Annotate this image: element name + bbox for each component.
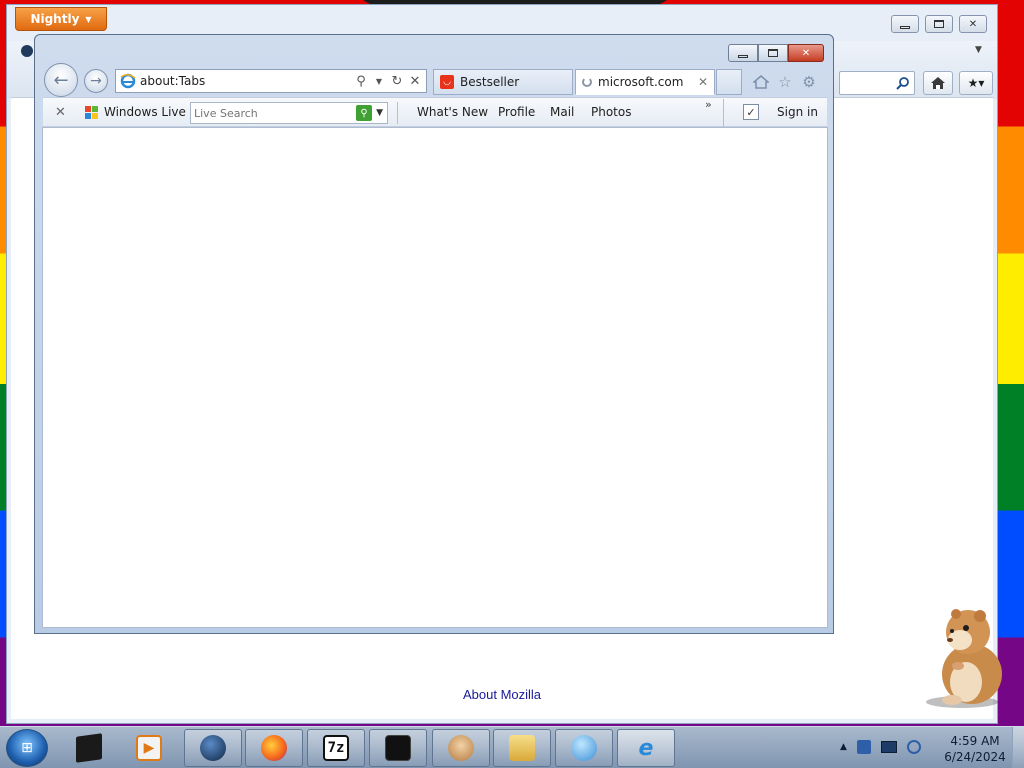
- more-links-chevron[interactable]: »: [705, 98, 712, 111]
- bestseller-favicon: ◡: [440, 75, 454, 89]
- firefox-minimize-button[interactable]: [891, 15, 919, 33]
- live-search-box[interactable]: ⚲ ▼: [190, 102, 388, 124]
- clock-time: 4:59 AM: [950, 734, 1000, 748]
- ie-page-icon: [120, 73, 136, 89]
- ie-maximize-button[interactable]: [758, 44, 788, 62]
- toolbar-divider: [397, 102, 398, 124]
- stop-icon[interactable]: ✕: [408, 74, 422, 89]
- favorites-star-icon[interactable]: ☆: [776, 73, 794, 91]
- tab-list-chevron-icon[interactable]: ▼: [975, 45, 982, 55]
- tray-expand-chevron-icon[interactable]: ▲: [840, 742, 847, 752]
- ie-close-button[interactable]: ✕: [788, 44, 824, 62]
- taskbar-app-shell[interactable]: [555, 729, 613, 767]
- home-icon: [931, 77, 945, 89]
- taskbar-app-internet-explorer[interactable]: e: [617, 729, 675, 767]
- firefox-maximize-button[interactable]: [925, 15, 953, 33]
- minimize-icon: [900, 25, 910, 29]
- start-button[interactable]: ⊞: [6, 729, 48, 767]
- maximize-icon: [934, 20, 944, 28]
- live-search-input[interactable]: [191, 106, 357, 120]
- search-icon: [896, 77, 909, 90]
- windows-live-toolbar: ✕ Windows Live ⚲ ▼ What's New Profile Ma…: [43, 97, 827, 127]
- file-explorer-icon: [509, 735, 535, 761]
- photos-link[interactable]: Photos: [591, 105, 631, 119]
- minimize-icon: [738, 54, 748, 58]
- back-button[interactable]: ←: [44, 63, 78, 97]
- search-go-icon[interactable]: ⚲: [356, 105, 373, 121]
- internet-explorer-window: ✕ ← → about:Tabs ⚲ ▼ ↻ ✕ ◡ Bestseller mi…: [34, 34, 834, 634]
- address-text[interactable]: about:Tabs: [140, 74, 350, 88]
- loading-spinner-icon: [582, 77, 592, 87]
- black-box-app-icon: [76, 733, 102, 763]
- taskbar-app-7zip[interactable]: 7z: [307, 729, 365, 767]
- media-player-icon: ▶: [136, 735, 162, 761]
- whats-new-link[interactable]: What's New: [417, 105, 488, 119]
- bookmark-star-icon: ★▾: [967, 76, 985, 90]
- close-icon: ✕: [801, 47, 811, 59]
- show-desktop-button[interactable]: [1012, 727, 1024, 768]
- tab-label: Bestseller: [460, 75, 520, 89]
- new-tab-button[interactable]: [716, 69, 742, 95]
- firefox-search-field[interactable]: [839, 71, 915, 95]
- ie-minimize-button[interactable]: [728, 44, 758, 62]
- firefox-icon: [261, 735, 287, 761]
- close-toolbar-icon[interactable]: ✕: [55, 105, 66, 120]
- tab-bestseller[interactable]: ◡ Bestseller: [433, 69, 573, 95]
- taskbar-app-hamster[interactable]: [432, 729, 490, 767]
- 7zip-icon: 7z: [323, 735, 349, 761]
- hamster-mascot-icon: [926, 609, 1002, 708]
- shell-app-icon: [571, 735, 597, 761]
- address-bar[interactable]: about:Tabs ⚲ ▼ ↻ ✕: [115, 69, 427, 93]
- taskbar-app-black-box[interactable]: [60, 729, 118, 767]
- taskbar-app-media-player[interactable]: ▶: [120, 729, 178, 767]
- search-icon[interactable]: ⚲: [354, 74, 368, 89]
- windows-logo-icon: ⊞: [21, 740, 33, 756]
- firefox-tab-favicon: [21, 45, 33, 57]
- tray-security-icon[interactable]: [856, 740, 871, 754]
- tray-network-icon[interactable]: [906, 740, 921, 754]
- clock-date: 6/24/2024: [944, 750, 1006, 764]
- tab-close-icon[interactable]: ✕: [698, 75, 708, 89]
- taskbar-app-globe[interactable]: [184, 729, 242, 767]
- forward-button[interactable]: →: [84, 69, 108, 93]
- toolbar-divider: [723, 99, 724, 127]
- tab-microsoft[interactable]: microsoft.com ✕: [575, 69, 715, 95]
- terminal-icon: [385, 735, 411, 761]
- chevron-down-icon[interactable]: ▼: [376, 108, 383, 118]
- system-tray: ▲: [840, 735, 921, 759]
- mail-link[interactable]: Mail: [550, 105, 574, 119]
- refresh-icon[interactable]: ↻: [390, 74, 404, 89]
- close-icon: ✕: [968, 18, 978, 30]
- ie-page-content[interactable]: [42, 127, 828, 628]
- globe-app-icon: [200, 735, 226, 761]
- taskbar-app-firefox[interactable]: [245, 729, 303, 767]
- windows-live-label[interactable]: Windows Live: [104, 105, 186, 119]
- firefox-close-button[interactable]: ✕: [959, 15, 987, 33]
- hamster-icon: [448, 735, 474, 761]
- taskbar-app-file-explorer[interactable]: [493, 729, 551, 767]
- forward-arrow-icon: →: [90, 73, 102, 89]
- taskbar: ⊞ ▶ 7z e ▲ 4:59 AM 6/24/2024: [0, 726, 1024, 768]
- windows-logo-icon: [85, 106, 99, 120]
- clock[interactable]: 4:59 AM 6/24/2024: [940, 733, 1010, 765]
- tray-display-icon[interactable]: [880, 741, 897, 753]
- back-arrow-icon: ←: [53, 69, 69, 91]
- maximize-icon: [768, 49, 778, 57]
- profile-link[interactable]: Profile: [498, 105, 535, 119]
- chevron-down-icon: ▼: [85, 14, 92, 24]
- firefox-bookmarks-button[interactable]: ★▾: [959, 71, 993, 95]
- about-mozilla-link[interactable]: About Mozilla: [463, 687, 541, 702]
- home-icon[interactable]: [752, 73, 770, 91]
- internet-explorer-icon: e: [638, 735, 654, 761]
- taskbar-app-terminal[interactable]: [369, 729, 427, 767]
- nightly-menu-button[interactable]: Nightly ▼: [15, 7, 107, 31]
- checkmark-icon[interactable]: ✓: [743, 104, 759, 120]
- tools-gear-icon[interactable]: ⚙: [800, 73, 818, 91]
- firefox-home-button[interactable]: [923, 71, 953, 95]
- tab-label: microsoft.com: [598, 75, 684, 89]
- chevron-down-icon[interactable]: ▼: [372, 77, 386, 86]
- nightly-menu-label: Nightly: [30, 12, 80, 26]
- sign-in-link[interactable]: Sign in: [777, 105, 818, 119]
